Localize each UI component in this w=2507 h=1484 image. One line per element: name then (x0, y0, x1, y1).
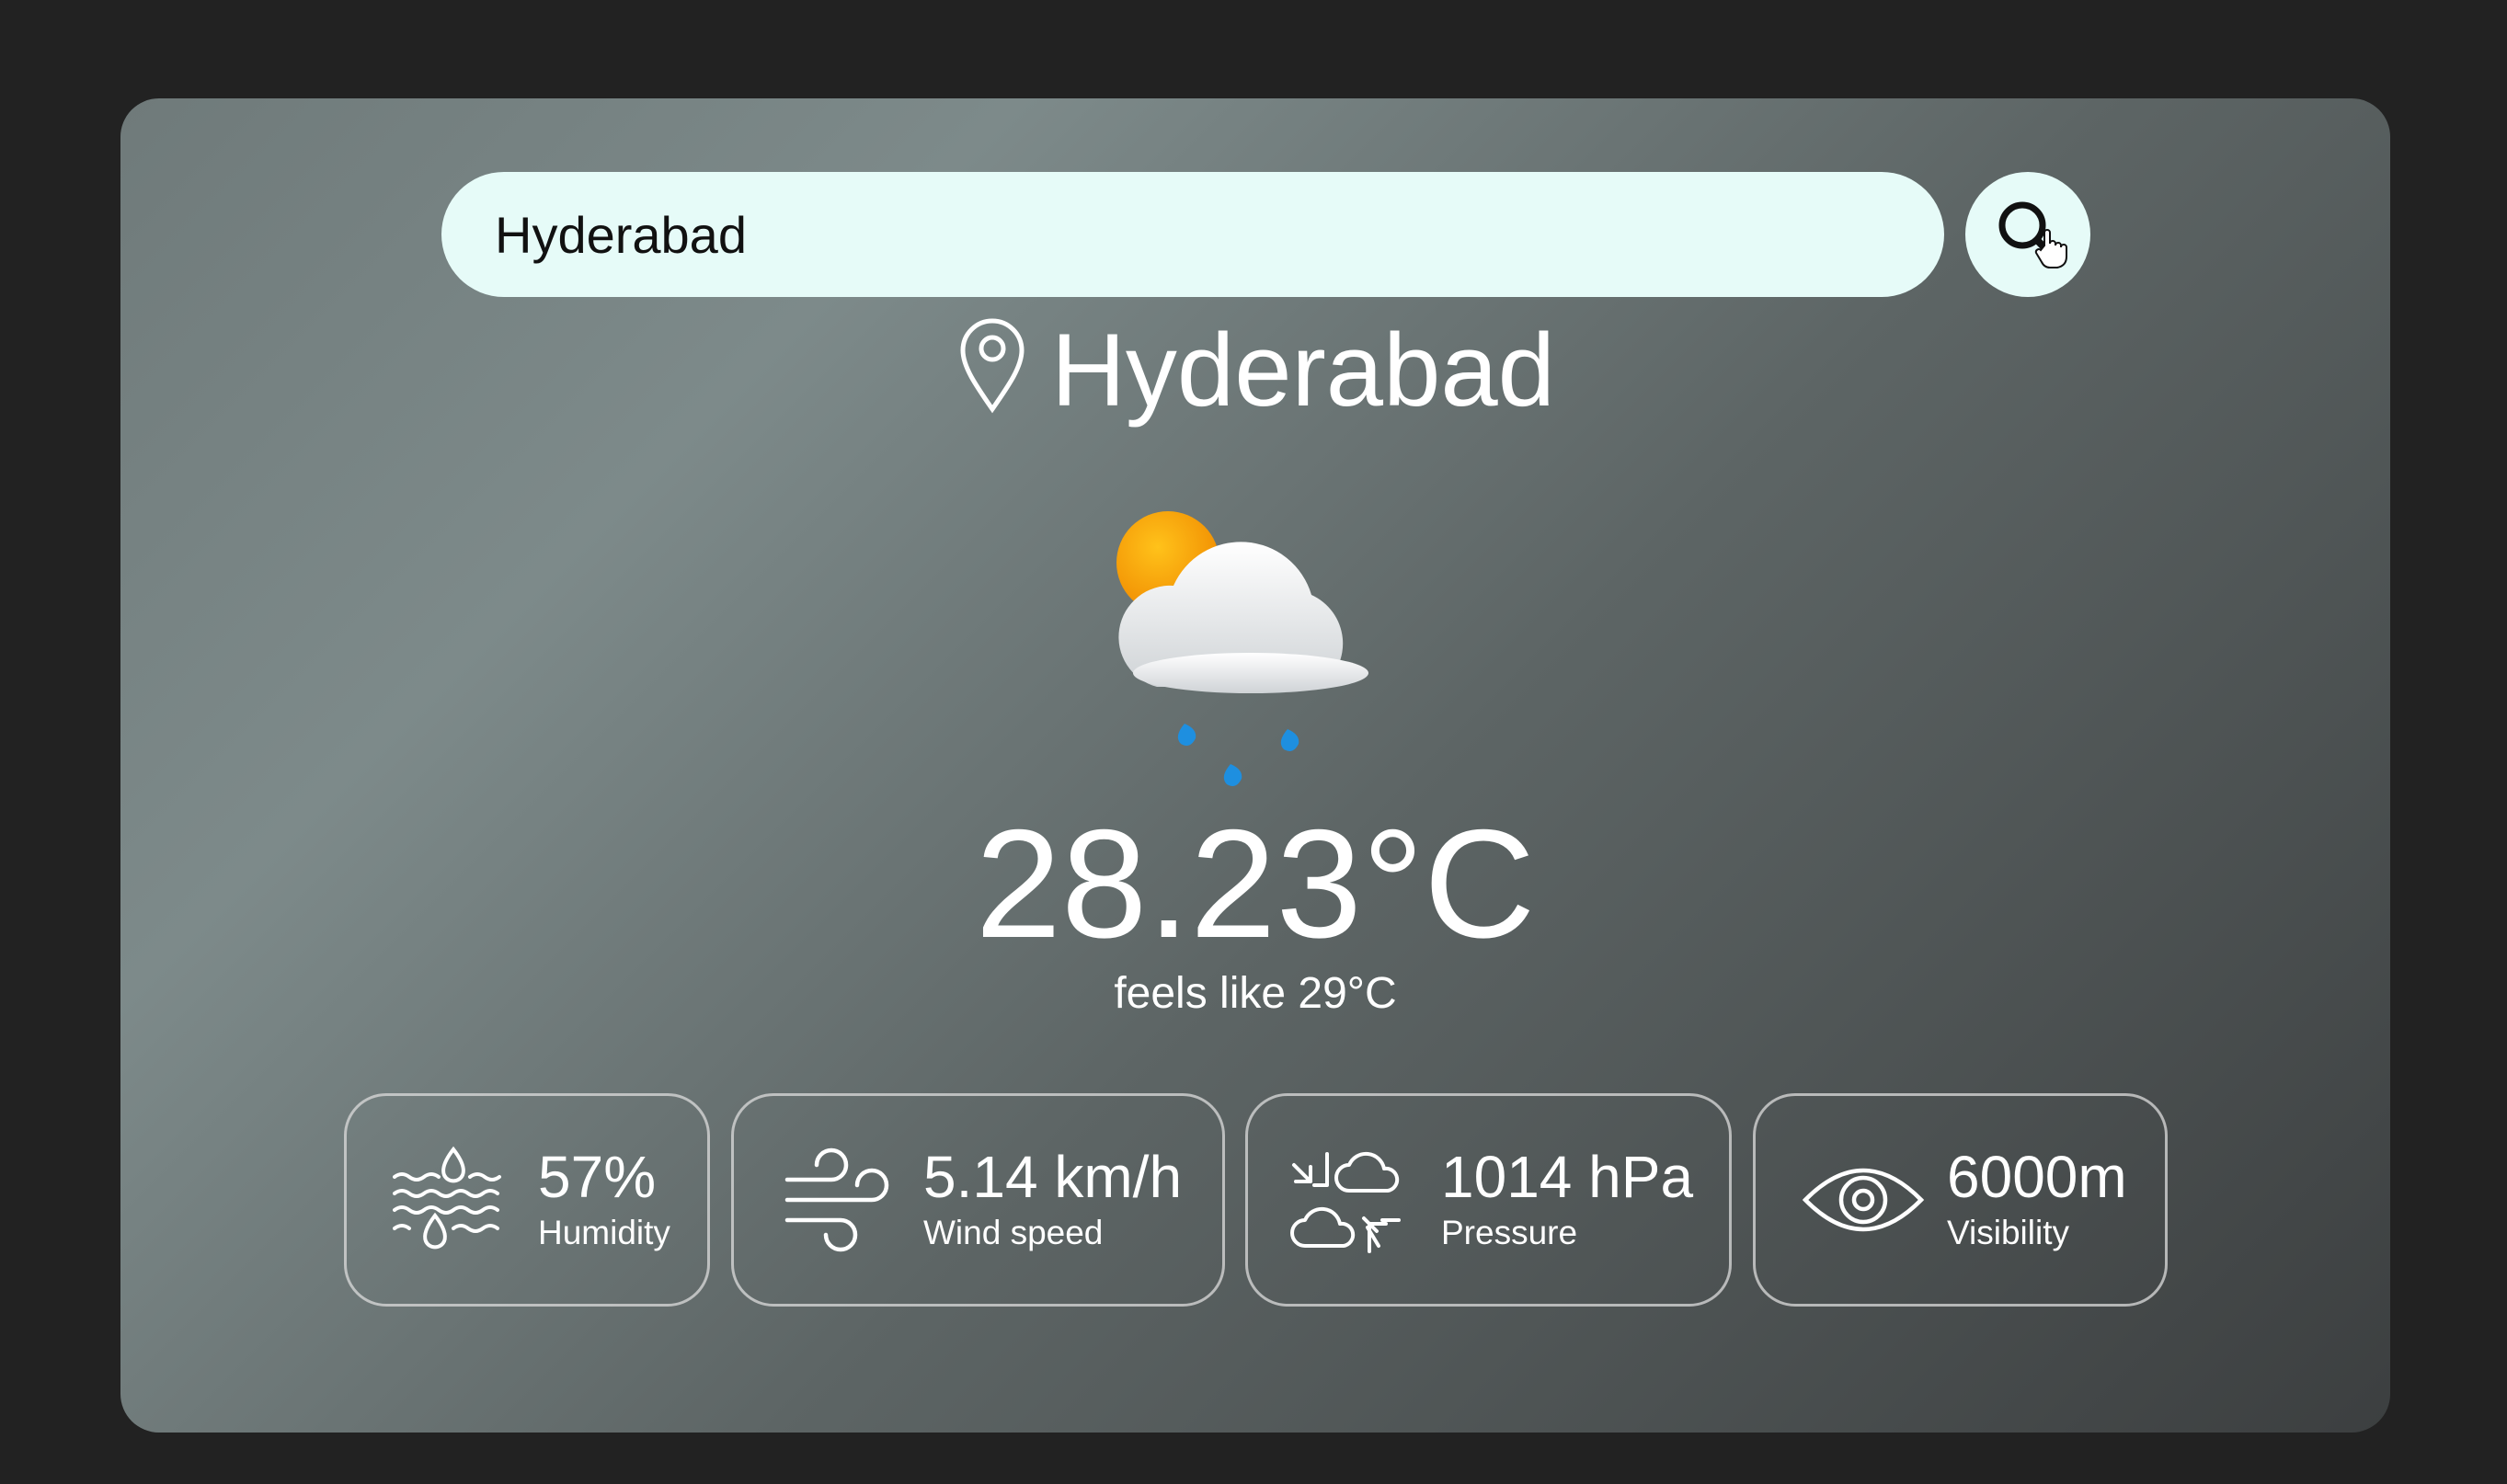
visibility-value: 6000m (1947, 1144, 2127, 1210)
search-input[interactable] (441, 172, 1944, 297)
pressure-icon (1290, 1151, 1401, 1253)
wind-speed-label: Wind speed (923, 1214, 1104, 1251)
visibility-card: 6000m Visibility (1753, 1093, 2168, 1307)
eye-icon (1802, 1168, 1925, 1232)
weather-card: Hyderabad 28.23°C feels like 29°C (120, 98, 2390, 1433)
search-button[interactable] (1965, 172, 2090, 297)
humidity-label: Humidity (538, 1214, 670, 1251)
visibility-label: Visibility (1947, 1214, 2069, 1251)
humidity-icon (393, 1146, 501, 1250)
wind-icon (784, 1147, 889, 1252)
location-heading: Hyderabad (120, 319, 2390, 422)
search-icon (1998, 201, 2067, 268)
humidity-value: 57% (538, 1144, 657, 1210)
pressure-label: Pressure (1441, 1214, 1578, 1251)
partly-cloudy-rain-icon (1113, 503, 1389, 788)
wind-speed-value: 5.14 km/h (923, 1144, 1183, 1210)
feels-like: feels like 29°C (1114, 969, 1397, 1018)
pressure-card: 1014 hPa Pressure (1245, 1093, 1732, 1307)
humidity-card: 57% Humidity (344, 1093, 710, 1307)
wind-card: 5.14 km/h Wind speed (731, 1093, 1225, 1307)
location-pin-icon (960, 318, 1025, 414)
pressure-value: 1014 hPa (1441, 1144, 1694, 1210)
city-name: Hyderabad (1051, 313, 1555, 428)
temperature: 28.23°C (975, 797, 1536, 970)
